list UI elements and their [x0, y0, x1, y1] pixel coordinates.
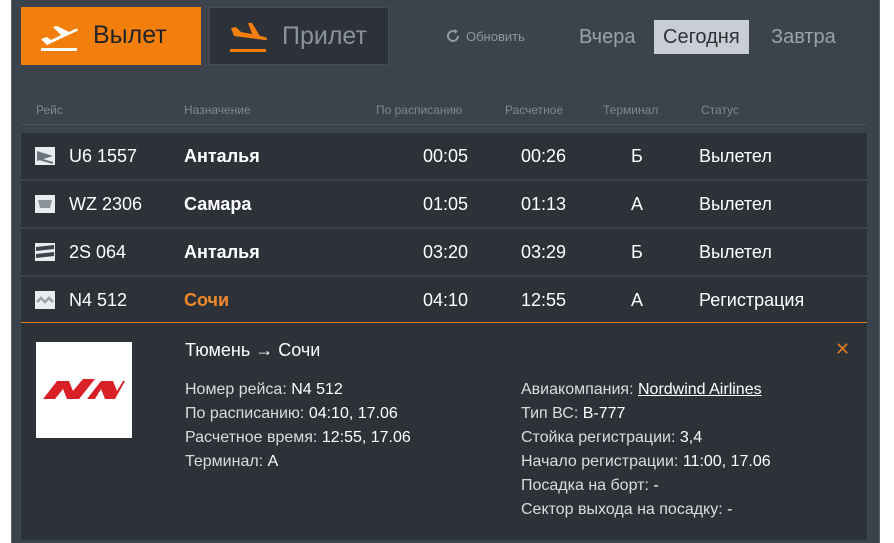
arrivals-tab-label: Прилет — [282, 22, 367, 50]
detail-route: Тюмень → Сочи — [185, 340, 321, 360]
day-today-tab[interactable]: Сегодня — [654, 20, 749, 54]
flight-status: Вылетел — [699, 242, 772, 262]
flight-board: Вылет Прилет Обновить Вчера Сегодня Завт… — [11, 0, 880, 543]
detail-terminal-label: Терминал: — [185, 453, 264, 470]
plane-takeoff-icon — [41, 26, 79, 51]
detail-aircraft-label: Тип ВС: — [521, 405, 579, 422]
detail-aircraft: Тип ВС: B-777 — [521, 405, 625, 423]
flight-number: WZ 2306 — [69, 194, 143, 214]
flight-detail-panel: Тюмень → Сочи ✕ Номер рейса: N4 512 По р… — [21, 323, 867, 540]
detail-checkin-desk: Стойка регистрации: 3,4 — [521, 429, 702, 447]
column-header-terminal: Терминал — [603, 103, 659, 117]
refresh-button[interactable]: Обновить — [445, 28, 525, 44]
detail-flight-number-value: N4 512 — [291, 381, 343, 398]
flight-destination: Самара — [184, 194, 252, 214]
flight-destination: Сочи — [184, 290, 230, 310]
flight-estimated: 00:26 — [521, 146, 567, 166]
nordwind-logo — [36, 342, 132, 438]
detail-estimated: Расчетное время: 12:55, 17.06 — [185, 429, 411, 447]
column-header-estimated: Расчетное — [505, 103, 564, 117]
flight-terminal: А — [631, 290, 644, 310]
detail-boarding: Посадка на борт: - — [521, 477, 659, 495]
detail-checkin-start: Начало регистрации: 11:00, 17.06 — [521, 453, 771, 471]
header-divider — [21, 124, 867, 125]
detail-gate-label: Сектор выхода на посадку: — [521, 501, 723, 518]
detail-scheduled-value: 04:10, 17.06 — [308, 405, 398, 422]
plane-landing-icon — [230, 23, 267, 52]
flight-destination: Анталья — [184, 242, 260, 262]
flight-status: Регистрация — [699, 290, 805, 310]
flight-scheduled: 04:10 — [423, 290, 469, 310]
detail-airline: Авиакомпания: Nordwind Airlines — [521, 381, 762, 399]
flight-terminal: Б — [631, 242, 643, 262]
flight-estimated: 03:29 — [521, 242, 567, 262]
flight-terminal: А — [631, 194, 644, 214]
flight-status: Вылетел — [699, 146, 772, 166]
detail-estimated-value: 12:55, 17.06 — [321, 429, 411, 446]
detail-checkin-start-value: 11:00, 17.06 — [682, 453, 771, 470]
airline-logo-icon — [35, 195, 55, 213]
detail-flight-number: Номер рейса: N4 512 — [185, 381, 343, 399]
flight-row-selected[interactable]: N4 512 Сочи 04:10 12:55 А Регистрация — [21, 277, 867, 323]
departures-tab[interactable]: Вылет — [21, 7, 201, 65]
flight-scheduled: 00:05 — [423, 146, 469, 166]
detail-boarding-label: Посадка на борт: — [521, 477, 649, 494]
detail-terminal-value: А — [267, 453, 279, 470]
flight-terminal: Б — [631, 146, 643, 166]
refresh-icon — [447, 29, 460, 42]
detail-terminal: Терминал: А — [185, 453, 278, 471]
detail-gate-value: - — [727, 501, 733, 518]
flight-number: U6 1557 — [69, 146, 138, 166]
detail-aircraft-value: B-777 — [582, 405, 626, 422]
arrivals-tab[interactable]: Прилет — [209, 7, 389, 65]
column-header-destination: Назначение — [184, 103, 251, 117]
close-icon[interactable]: ✕ — [835, 339, 850, 360]
flight-row[interactable]: U6 1557 Анталья 00:05 00:26 Б Вылетел — [21, 133, 867, 179]
refresh-label: Обновить — [466, 28, 525, 44]
detail-scheduled: По расписанию: 04:10, 17.06 — [185, 405, 398, 423]
airline-link[interactable]: Nordwind Airlines — [638, 381, 762, 398]
flight-estimated: 12:55 — [521, 290, 567, 310]
day-tomorrow-tab[interactable]: Завтра — [762, 20, 845, 54]
flight-row[interactable]: WZ 2306 Самара 01:05 01:13 А Вылетел — [21, 181, 867, 227]
detail-checkin-desk-label: Стойка регистрации: — [521, 429, 676, 446]
airline-logo-icon — [35, 147, 55, 165]
flight-scheduled: 03:20 — [423, 242, 469, 262]
detail-gate: Сектор выхода на посадку: - — [521, 501, 732, 519]
departures-tab-label: Вылет — [93, 21, 167, 49]
detail-checkin-desk-value: 3,4 — [679, 429, 703, 446]
flight-number: 2S 064 — [69, 242, 127, 262]
airline-logo-icon — [35, 243, 55, 261]
flight-status: Вылетел — [699, 194, 772, 214]
detail-airline-label: Авиакомпания: — [521, 381, 634, 398]
flight-number: N4 512 — [69, 290, 128, 310]
detail-boarding-value: - — [653, 477, 659, 494]
column-header-flight: Рейс — [36, 103, 63, 117]
detail-estimated-label: Расчетное время: — [185, 429, 318, 446]
column-header-status: Статус — [701, 103, 739, 117]
flight-destination: Анталья — [184, 146, 260, 166]
detail-flight-number-label: Номер рейса: — [185, 381, 287, 398]
flight-scheduled: 01:05 — [423, 194, 469, 214]
day-yesterday-tab[interactable]: Вчера — [570, 20, 644, 54]
detail-checkin-start-label: Начало регистрации: — [521, 453, 679, 470]
airline-logo-icon — [35, 291, 55, 309]
flight-estimated: 01:13 — [521, 194, 567, 214]
flight-row[interactable]: 2S 064 Анталья 03:20 03:29 Б Вылетел — [21, 229, 867, 275]
detail-scheduled-label: По расписанию: — [185, 405, 305, 422]
column-header-scheduled: По расписанию — [376, 103, 463, 117]
